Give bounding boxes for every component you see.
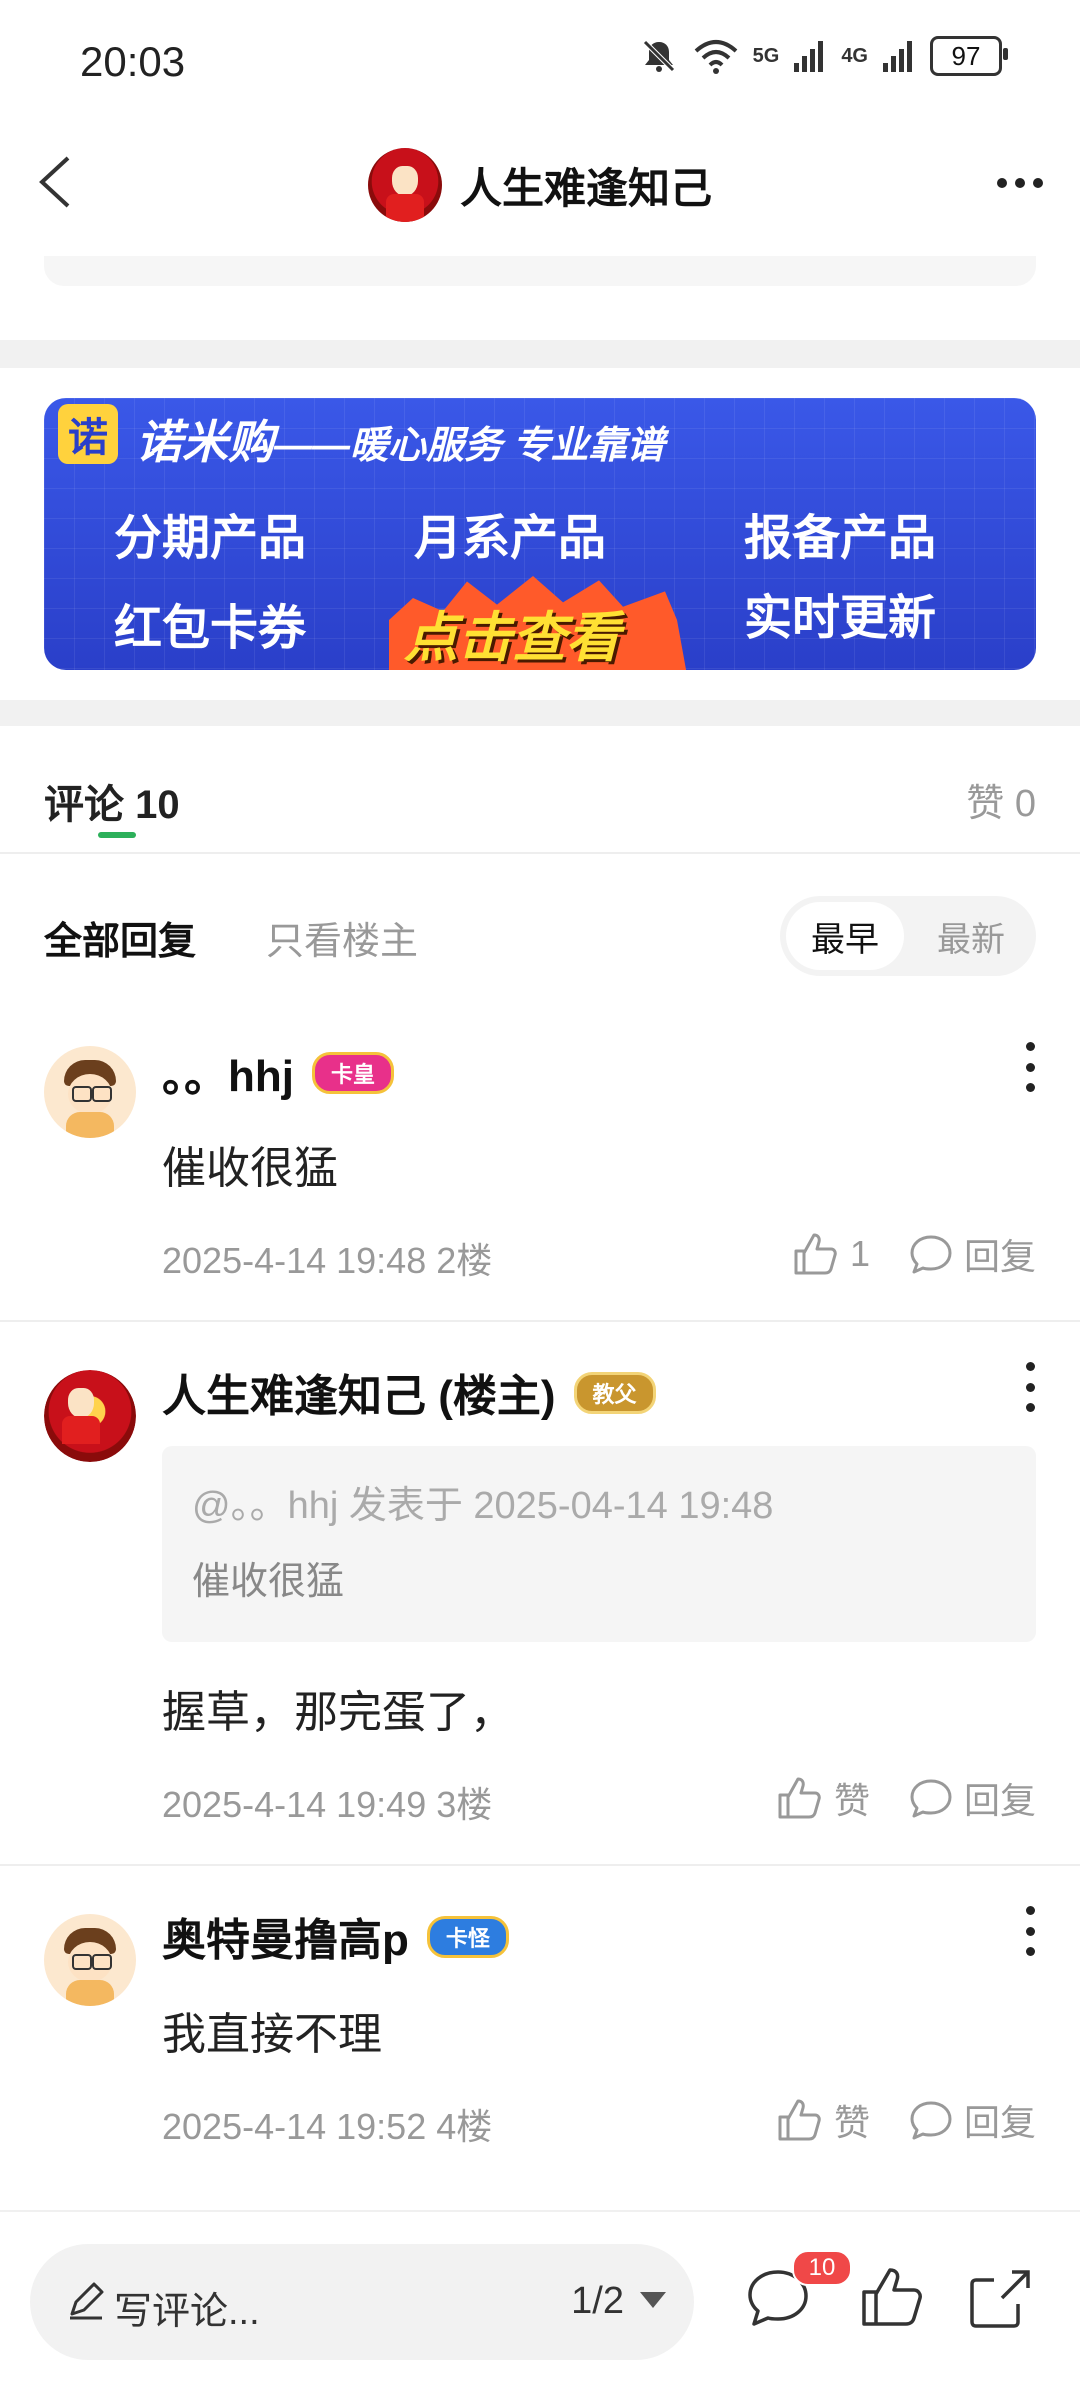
status-time: 20:03	[80, 38, 186, 85]
like-button[interactable]: 赞	[776, 2094, 870, 2146]
banner-cta-button[interactable]: 点击查看	[404, 593, 620, 670]
comment-meta: 2025-4-14 19:52 4楼	[162, 2106, 493, 2147]
bottom-action-bar: 写评论... 1/2 10	[0, 2210, 1080, 2390]
comment-more-icon[interactable]	[1020, 1042, 1040, 1092]
tab-comments[interactable]: 评论 10	[44, 772, 180, 830]
comment-input-placeholder: 写评论...	[114, 2291, 260, 2333]
mute-bell-icon	[642, 40, 675, 72]
battery-indicator: 97	[930, 36, 1008, 76]
battery-level: 97	[951, 40, 981, 71]
reply-label: 回复	[963, 1236, 1036, 1277]
reply-button[interactable]: 回复	[908, 1228, 1036, 1280]
divider	[0, 852, 1080, 854]
comment-text: 催收很猛	[162, 1144, 338, 1193]
section-divider	[0, 700, 1080, 726]
signal-bars-icon	[883, 41, 912, 72]
ad-banner[interactable]: 诺 诺米购——暖心服务 专业靠谱 分期产品 月系产品 报备产品 红包卡券 实时更…	[44, 398, 1036, 670]
banner-item: 月系产品	[414, 512, 607, 565]
thumbs-up-icon[interactable]	[858, 2264, 926, 2332]
signal-5g-label: 5G	[752, 44, 780, 67]
user-avatar[interactable]	[44, 1914, 136, 2006]
comment-actions: 1 回复	[792, 1228, 1036, 1280]
banner-item: 红包卡券	[114, 602, 307, 655]
like-button[interactable]: 赞	[776, 1772, 870, 1824]
banner-item: 分期产品	[114, 512, 307, 565]
comment-item: 。。hhj 卡皇 催收很猛 2025-4-14 19:48 2楼 1 回复	[0, 1020, 1080, 1320]
status-bar: 20:03 5G 4G 97	[0, 0, 1080, 120]
comment-bubble-icon	[910, 1235, 952, 1274]
user-avatar[interactable]	[44, 1046, 136, 1138]
filter-all-replies[interactable]: 全部回复	[44, 910, 196, 965]
reply-button[interactable]: 回复	[908, 2094, 1036, 2146]
comment-item: 奥特曼撸高p 卡怪 我直接不理 2025-4-14 19:52 4楼 赞 回复	[0, 1884, 1080, 2184]
signal-bars-icon	[794, 41, 824, 72]
banner-item: 报备产品	[744, 512, 937, 565]
comment-item: 人生难逢知己 (楼主) 教父 @。。hhj 发表于 2025-04-14 19:4…	[0, 1340, 1080, 1860]
caret-down-icon[interactable]	[640, 2292, 666, 2308]
comment-bubble-icon	[910, 2101, 952, 2140]
sort-earliest-button[interactable]: 最早	[786, 902, 904, 970]
reply-button[interactable]: 回复	[908, 1772, 1036, 1824]
comment-username[interactable]: 人生难逢知己 (楼主) 教父	[162, 1360, 656, 1424]
thumbs-up-icon	[778, 2099, 821, 2141]
username-text: 。。hhj	[162, 1052, 294, 1101]
reply-label: 回复	[963, 1780, 1036, 1821]
comment-more-icon[interactable]	[1020, 1906, 1040, 1956]
banner-slogan: ——暖心服务 专业靠谱	[274, 425, 665, 467]
divider	[0, 1864, 1080, 1866]
banner-item: 实时更新	[744, 592, 937, 645]
comment-text: 我直接不理	[162, 2010, 382, 2059]
comment-bubble-icon	[910, 1779, 952, 1818]
user-avatar-image	[44, 1370, 136, 1462]
filter-op-only[interactable]: 只看楼主	[266, 910, 418, 965]
comment-text: 握草，那完蛋了，	[162, 1688, 514, 1737]
more-options-icon[interactable]	[990, 158, 1050, 208]
signal-4g-label: 4G	[841, 44, 868, 67]
like-label: 赞	[833, 1780, 870, 1821]
banner-logo: 诺	[58, 404, 118, 464]
tab-likes[interactable]: 赞 0	[966, 772, 1036, 827]
user-level-badge: 教父	[573, 1372, 656, 1415]
top-nav-bar: 人生难逢知己	[0, 130, 1080, 240]
comment-meta: 2025-4-14 19:48 2楼	[162, 1240, 493, 1281]
status-icons: 5G 4G 97	[639, 36, 1008, 76]
comment-username[interactable]: 。。hhj 卡皇	[162, 1040, 394, 1104]
comment-more-icon[interactable]	[1020, 1362, 1040, 1412]
comment-meta: 2025-4-14 19:49 3楼	[162, 1784, 493, 1825]
like-count: 1	[849, 1233, 870, 1274]
user-level-badge: 卡皇	[311, 1052, 394, 1095]
comment-actions: 赞 回复	[776, 2094, 1036, 2146]
author-avatar[interactable]	[367, 148, 442, 222]
thumbs-up-icon	[794, 1233, 837, 1275]
quoted-comment[interactable]: @。。hhj 发表于 2025-04-14 19:48 催收很猛	[162, 1446, 1036, 1642]
username-text: 人生难逢知己 (楼主)	[162, 1372, 556, 1421]
thumbs-up-icon	[778, 1777, 821, 1819]
banner-headline: 诺米购——暖心服务 专业靠谱	[136, 406, 665, 472]
like-button[interactable]: 1	[792, 1231, 870, 1277]
username-text: 奥特曼撸高p	[162, 1916, 409, 1965]
wifi-icon	[694, 40, 737, 74]
page-indicator[interactable]: 1/2	[571, 2280, 624, 2323]
page-title: 人生难逢知己	[459, 164, 712, 212]
header-title-group[interactable]: 人生难逢知己	[0, 148, 1080, 222]
reply-label: 回复	[963, 2102, 1036, 2143]
comment-input[interactable]: 写评论... 1/2	[30, 2244, 694, 2360]
sort-toggle: 最早 最新	[780, 896, 1036, 976]
comment-count-badge: 10	[792, 2250, 852, 2286]
banner-brand: 诺米购	[136, 416, 274, 468]
post-content-edge	[44, 256, 1036, 286]
like-label: 赞	[833, 2102, 870, 2143]
section-divider	[0, 340, 1080, 368]
active-tab-indicator	[98, 832, 136, 838]
divider	[0, 1320, 1080, 1322]
quote-body: 催收很猛	[192, 1561, 345, 1603]
comment-actions: 赞 回复	[776, 1772, 1036, 1824]
comment-username[interactable]: 奥特曼撸高p 卡怪	[162, 1904, 509, 1968]
pencil-icon	[70, 2282, 104, 2320]
user-level-badge: 卡怪	[426, 1916, 509, 1959]
user-avatar[interactable]	[44, 1370, 136, 1462]
share-icon[interactable]	[966, 2264, 1034, 2332]
sort-newest-button[interactable]: 最新	[912, 902, 1030, 970]
quote-header: @。。hhj 发表于 2025-04-14 19:48	[192, 1485, 774, 1527]
